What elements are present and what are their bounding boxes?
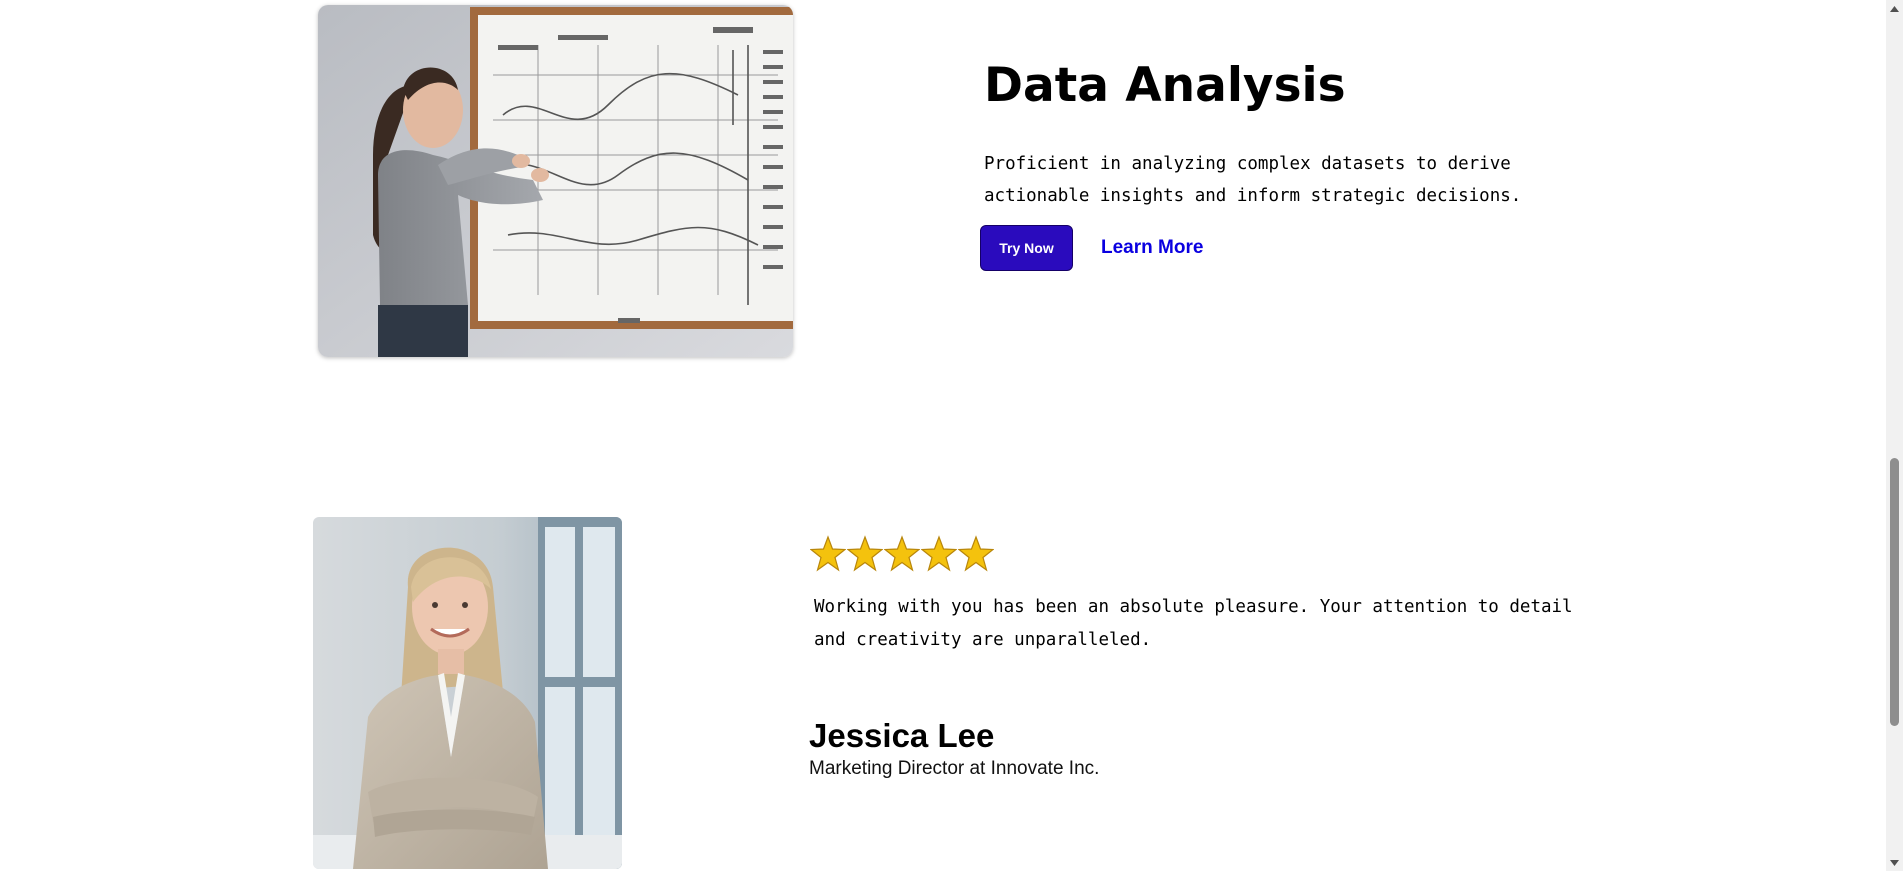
rating-stars xyxy=(810,527,994,583)
chevron-up-icon[interactable] xyxy=(1886,0,1903,17)
vertical-scrollbar[interactable] xyxy=(1886,0,1903,871)
testimonial-author-role: Marketing Director at Innovate Inc. xyxy=(809,758,1100,779)
data-analysis-image xyxy=(318,5,793,357)
testimonial-portrait xyxy=(313,517,622,869)
star-icon xyxy=(921,535,957,572)
testimonial-quote: Working with you has been an absolute pl… xyxy=(814,597,1573,650)
whiteboard-illustration xyxy=(318,5,793,357)
star-icon xyxy=(847,535,883,572)
learn-more-link[interactable]: Learn More xyxy=(1101,233,1203,263)
feature-description: Proficient in analyzing complex datasets… xyxy=(984,154,1522,206)
try-now-button[interactable]: Try Now xyxy=(980,225,1073,271)
star-icon xyxy=(884,535,920,572)
testimonial-author-name: Jessica Lee xyxy=(809,717,995,754)
portrait-illustration xyxy=(313,517,622,869)
scrollbar-thumb[interactable] xyxy=(1890,458,1899,726)
star-icon xyxy=(810,535,846,572)
feature-title: Data Analysis xyxy=(984,58,1346,113)
chevron-down-icon[interactable] xyxy=(1886,854,1903,871)
star-icon xyxy=(958,535,994,572)
